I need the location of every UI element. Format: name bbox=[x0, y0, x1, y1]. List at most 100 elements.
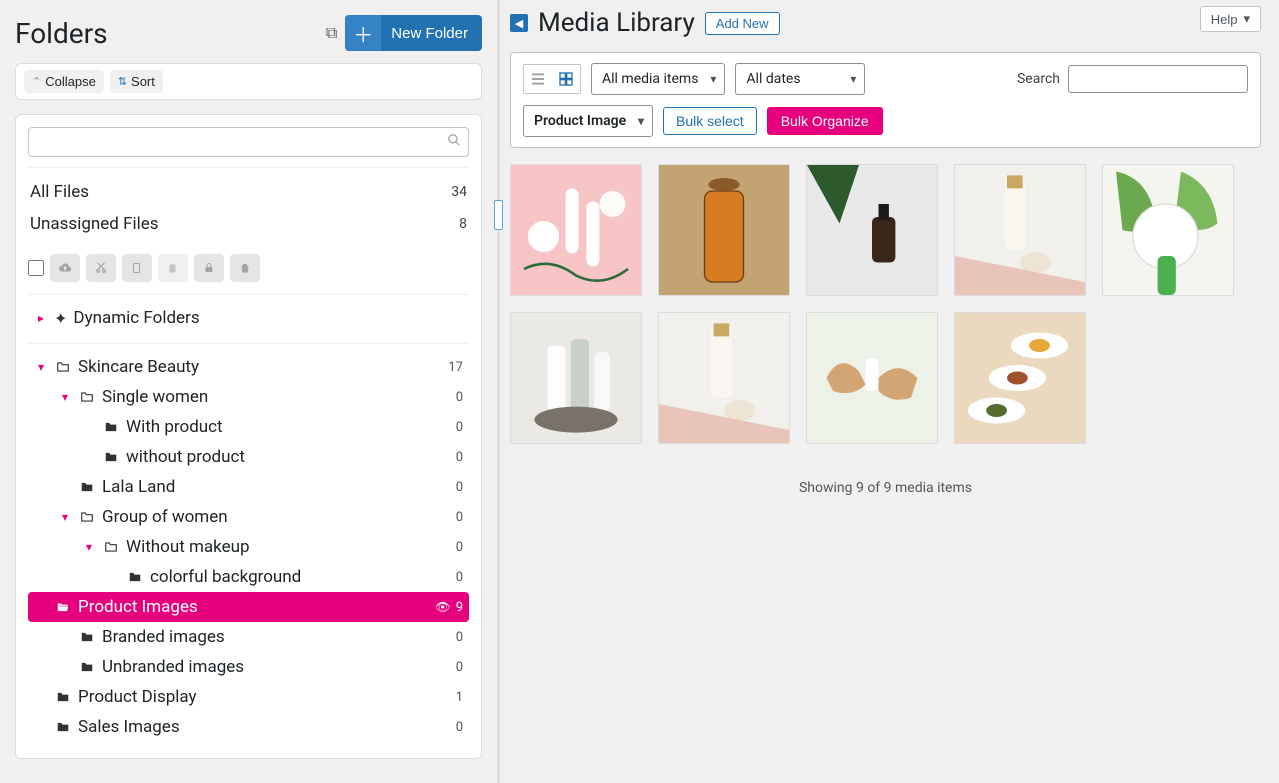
media-item[interactable] bbox=[658, 312, 790, 444]
trash-icon[interactable] bbox=[230, 254, 260, 282]
dynamic-folders[interactable]: ✦ Dynamic Folders bbox=[28, 303, 469, 333]
media-search-input[interactable] bbox=[1068, 65, 1248, 93]
showing-count: Showing 9 of 9 media items bbox=[510, 480, 1261, 496]
plus-icon: ＋ bbox=[345, 15, 381, 51]
folder-label: colorful background bbox=[150, 567, 301, 587]
lock-icon[interactable] bbox=[194, 254, 224, 282]
all-files-link[interactable]: All Files 34 bbox=[28, 176, 469, 208]
folder-count: 0 bbox=[456, 390, 463, 405]
media-item[interactable] bbox=[658, 164, 790, 296]
date-filter[interactable]: All dates bbox=[735, 63, 865, 95]
folder-toolbar bbox=[28, 254, 469, 282]
folder-label: Without makeup bbox=[126, 537, 250, 557]
search-label: Search bbox=[1017, 71, 1060, 87]
chevron-icon[interactable] bbox=[34, 360, 48, 374]
collapse-button[interactable]: ⌃ Collapse bbox=[24, 70, 104, 93]
folder-icon bbox=[78, 630, 96, 644]
media-item[interactable] bbox=[1102, 164, 1234, 296]
folder-tree-item[interactable]: colorful background 0 bbox=[28, 562, 469, 592]
grid-view-button[interactable] bbox=[552, 65, 580, 93]
folder-label: Sales Images bbox=[78, 717, 180, 737]
chevron-icon[interactable] bbox=[82, 540, 96, 554]
cut-icon[interactable] bbox=[86, 254, 116, 282]
folder-icon bbox=[54, 600, 72, 614]
chevron-icon[interactable] bbox=[58, 510, 72, 524]
new-folder-button[interactable]: ＋ New Folder bbox=[345, 15, 482, 51]
folder-tree-item[interactable]: Branded images 0 bbox=[28, 622, 469, 652]
folder-filter[interactable]: Product Images bbox=[523, 105, 653, 137]
media-item[interactable] bbox=[954, 164, 1086, 296]
folder-count: 0 bbox=[456, 450, 463, 465]
folder-tree-item[interactable]: Product Images 👁 9 bbox=[28, 592, 469, 622]
paste-icon[interactable] bbox=[158, 254, 188, 282]
folder-label: Unbranded images bbox=[102, 657, 244, 677]
folder-search-input[interactable] bbox=[28, 127, 469, 157]
media-item[interactable] bbox=[806, 312, 938, 444]
media-type-filter[interactable]: All media items bbox=[591, 63, 725, 95]
sort-button[interactable]: ⇅ Sort bbox=[110, 70, 163, 93]
unassigned-files-link[interactable]: Unassigned Files 8 bbox=[28, 208, 469, 240]
media-item[interactable] bbox=[510, 312, 642, 444]
folder-tree-item[interactable]: Unbranded images 0 bbox=[28, 652, 469, 682]
folder-count: 👁 9 bbox=[435, 600, 463, 615]
main-content: Help ▾ ◀ Media Library Add New All media… bbox=[500, 0, 1279, 783]
chevron-icon[interactable] bbox=[34, 600, 48, 614]
sort-icon: ⇅ bbox=[118, 75, 127, 88]
folder-tree-item[interactable]: Skincare Beauty 17 bbox=[28, 352, 469, 382]
folder-count: 0 bbox=[456, 480, 463, 495]
folder-label: With product bbox=[126, 417, 223, 437]
folder-tree-item[interactable]: without product0 bbox=[28, 442, 469, 472]
folder-count: 0 bbox=[456, 630, 463, 645]
bulk-organize-button[interactable]: Bulk Organize bbox=[767, 107, 883, 135]
copy-icon[interactable] bbox=[122, 254, 152, 282]
folder-label: Skincare Beauty bbox=[78, 357, 199, 377]
folder-count: 1 bbox=[456, 690, 463, 705]
folder-tree-item[interactable]: Sales Images 0 bbox=[28, 712, 469, 742]
upload-icon[interactable] bbox=[50, 254, 80, 282]
folder-icon bbox=[126, 570, 144, 584]
folder-count: 0 bbox=[456, 720, 463, 735]
folders-sidebar: Folders ⧉ ＋ New Folder ⌃ Collapse ⇅ Sort bbox=[0, 0, 497, 783]
folder-tree-item[interactable]: Lala Land 0 bbox=[28, 472, 469, 502]
folder-icon bbox=[54, 690, 72, 704]
folder-label: Lala Land bbox=[102, 477, 175, 497]
filter-bar: All media items All dates Search Product… bbox=[510, 52, 1261, 148]
list-view-button[interactable] bbox=[524, 65, 552, 93]
folder-icon bbox=[78, 510, 96, 524]
folder-tree-item[interactable]: Product Display 1 bbox=[28, 682, 469, 712]
folder-icon bbox=[102, 540, 120, 554]
media-item[interactable] bbox=[806, 164, 938, 296]
folder-count: 0 bbox=[456, 510, 463, 525]
folder-icon bbox=[102, 450, 120, 464]
folder-label: Product Images bbox=[78, 597, 198, 617]
folder-label: Branded images bbox=[102, 627, 225, 647]
chevron-down-icon: ▾ bbox=[1243, 11, 1250, 27]
folder-tree-item[interactable]: Single women0 bbox=[28, 382, 469, 412]
media-grid bbox=[510, 160, 1261, 460]
wand-icon: ✦ bbox=[54, 309, 67, 328]
media-item[interactable] bbox=[510, 164, 642, 296]
folder-icon bbox=[78, 480, 96, 494]
page-title: Media Library bbox=[538, 8, 695, 38]
search-icon bbox=[447, 133, 461, 151]
folder-count: 0 bbox=[456, 660, 463, 675]
folder-tree-item[interactable]: Without makeup0 bbox=[28, 532, 469, 562]
collapse-sidebar-button[interactable]: ◀ bbox=[510, 14, 528, 32]
bulk-select-button[interactable]: Bulk select bbox=[663, 107, 757, 135]
folder-count: 17 bbox=[448, 360, 463, 375]
bolt-icon[interactable]: ⧉ bbox=[326, 23, 337, 43]
chevron-icon[interactable] bbox=[58, 390, 72, 404]
folder-panel: All Files 34 Unassigned Files 8 bbox=[15, 114, 482, 759]
sidebar-title: Folders bbox=[15, 17, 108, 50]
help-button[interactable]: Help ▾ bbox=[1200, 6, 1261, 32]
folder-tree-item[interactable]: Group of women0 bbox=[28, 502, 469, 532]
folder-label: Product Display bbox=[78, 687, 197, 707]
folder-tree-item[interactable]: With product0 bbox=[28, 412, 469, 442]
folder-count: 0 bbox=[456, 570, 463, 585]
add-new-button[interactable]: Add New bbox=[705, 12, 780, 35]
select-all-checkbox[interactable] bbox=[28, 260, 44, 276]
new-folder-label: New Folder bbox=[391, 25, 468, 42]
folder-icon bbox=[78, 390, 96, 404]
eye-icon: 👁 bbox=[435, 600, 450, 614]
media-item[interactable] bbox=[954, 312, 1086, 444]
